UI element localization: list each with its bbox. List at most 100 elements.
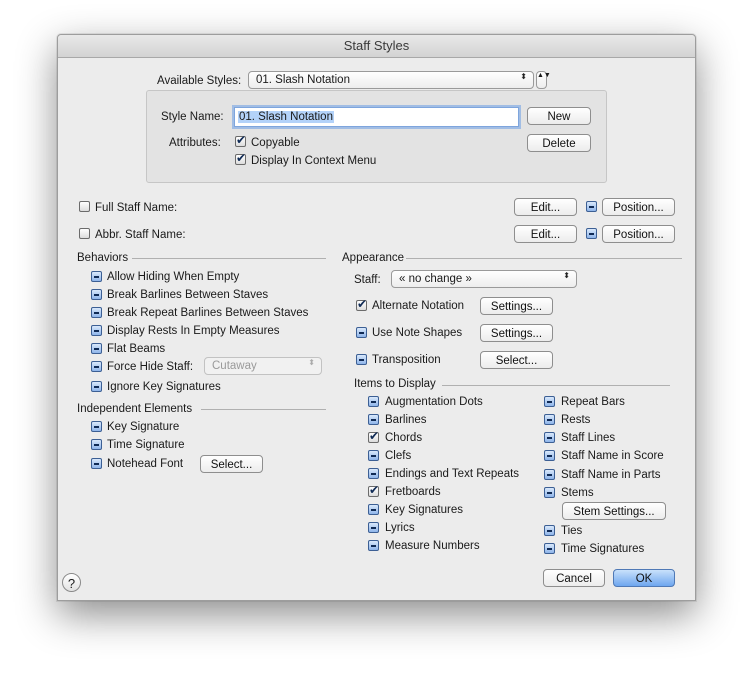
break-repeat-barlines-checkbox[interactable] bbox=[91, 307, 102, 318]
lyrics-checkbox[interactable] bbox=[368, 522, 379, 533]
transposition-checkbox[interactable] bbox=[356, 354, 367, 365]
force-hide-staff-popup[interactable]: Cutaway ⬍ bbox=[204, 357, 322, 375]
new-button[interactable]: New bbox=[527, 107, 591, 125]
popup-arrows-icon: ⬍ bbox=[308, 358, 315, 367]
staff-styles-dialog: Staff Styles Available Styles: 01. Slash… bbox=[57, 34, 696, 601]
behaviors-divider bbox=[132, 258, 326, 259]
force-hide-staff-label: Force Hide Staff: bbox=[107, 361, 194, 373]
style-name-value: 01. Slash Notation bbox=[238, 111, 334, 123]
augmentation-dots-checkbox[interactable] bbox=[368, 396, 379, 407]
display-rests-label: Display Rests In Empty Measures bbox=[107, 325, 280, 337]
time-signature-checkbox[interactable] bbox=[91, 439, 102, 450]
copyable-checkbox[interactable] bbox=[235, 133, 246, 147]
popup-arrows-icon: ⬍ bbox=[520, 72, 527, 81]
time-signatures-checkbox[interactable] bbox=[544, 543, 555, 554]
dialog-title: Staff Styles bbox=[58, 35, 695, 58]
available-styles-label: Available Styles: bbox=[157, 75, 242, 87]
items-divider bbox=[442, 385, 670, 386]
force-hide-staff-value: Cutaway bbox=[212, 360, 257, 372]
force-hide-staff-checkbox[interactable] bbox=[91, 361, 102, 372]
popup-arrows-icon: ⬍ bbox=[563, 271, 570, 280]
key-signatures-label: Key Signatures bbox=[385, 504, 463, 516]
clefs-checkbox[interactable] bbox=[368, 450, 379, 461]
use-note-shapes-label: Use Note Shapes bbox=[372, 327, 463, 339]
ties-checkbox[interactable] bbox=[544, 525, 555, 536]
behaviors-title: Behaviors bbox=[77, 252, 129, 264]
note-shapes-settings-button[interactable]: Settings... bbox=[480, 324, 553, 342]
repeat-bars-label: Repeat Bars bbox=[561, 396, 625, 408]
endings-checkbox[interactable] bbox=[368, 468, 379, 479]
allow-hiding-checkbox[interactable] bbox=[91, 271, 102, 282]
flat-beams-checkbox[interactable] bbox=[91, 343, 102, 354]
key-signatures-checkbox[interactable] bbox=[368, 504, 379, 515]
stem-settings-button[interactable]: Stem Settings... bbox=[562, 502, 666, 520]
clefs-label: Clefs bbox=[385, 450, 412, 462]
independent-divider bbox=[201, 409, 326, 410]
chords-label: Chords bbox=[385, 432, 423, 444]
ignore-key-signatures-label: Ignore Key Signatures bbox=[107, 381, 221, 393]
barlines-label: Barlines bbox=[385, 414, 427, 426]
alternate-notation-settings-button[interactable]: Settings... bbox=[480, 297, 553, 315]
display-rests-checkbox[interactable] bbox=[91, 325, 102, 336]
alternate-notation-checkbox[interactable] bbox=[356, 297, 367, 311]
fretboards-checkbox[interactable] bbox=[368, 483, 379, 497]
abbr-name-position-button[interactable]: Position... bbox=[602, 225, 675, 243]
abbr-name-edit-button[interactable]: Edit... bbox=[514, 225, 577, 243]
repeat-bars-checkbox[interactable] bbox=[544, 396, 555, 407]
transposition-label: Transposition bbox=[372, 354, 441, 366]
staff-name-parts-checkbox[interactable] bbox=[544, 469, 555, 480]
display-context-checkbox[interactable] bbox=[235, 151, 246, 165]
key-signature-checkbox[interactable] bbox=[91, 421, 102, 432]
full-name-position-checkbox[interactable] bbox=[586, 201, 597, 212]
stems-label: Stems bbox=[561, 487, 594, 499]
break-repeat-barlines-label: Break Repeat Barlines Between Staves bbox=[107, 307, 309, 319]
style-name-label: Style Name: bbox=[161, 111, 224, 123]
measure-numbers-checkbox[interactable] bbox=[368, 540, 379, 551]
style-name-field[interactable]: 01. Slash Notation bbox=[234, 107, 519, 127]
use-note-shapes-checkbox[interactable] bbox=[356, 327, 367, 338]
available-styles-popup[interactable]: 01. Slash Notation ⬍ bbox=[248, 71, 534, 89]
key-signature-label: Key Signature bbox=[107, 421, 180, 433]
lyrics-label: Lyrics bbox=[385, 522, 415, 534]
abbr-name-position-checkbox[interactable] bbox=[586, 228, 597, 239]
staff-lines-label: Staff Lines bbox=[561, 432, 616, 444]
break-barlines-checkbox[interactable] bbox=[91, 289, 102, 300]
rests-checkbox[interactable] bbox=[544, 414, 555, 425]
staff-appearance-popup[interactable]: « no change » ⬍ bbox=[391, 270, 577, 288]
abbr-staff-name-label: Abbr. Staff Name: bbox=[95, 229, 186, 241]
time-signature-label: Time Signature bbox=[107, 439, 185, 451]
chords-checkbox[interactable] bbox=[368, 429, 379, 443]
abbr-staff-name-checkbox[interactable] bbox=[79, 228, 90, 239]
items-to-display-title: Items to Display bbox=[354, 378, 436, 390]
transposition-select-button[interactable]: Select... bbox=[480, 351, 553, 369]
delete-button[interactable]: Delete bbox=[527, 134, 591, 152]
staff-lines-checkbox[interactable] bbox=[544, 432, 555, 443]
appearance-divider bbox=[406, 258, 682, 259]
cancel-button[interactable]: Cancel bbox=[543, 569, 605, 587]
appearance-title: Appearance bbox=[342, 252, 405, 264]
staff-name-score-checkbox[interactable] bbox=[544, 450, 555, 461]
full-name-position-button[interactable]: Position... bbox=[602, 198, 675, 216]
help-button[interactable]: ? bbox=[62, 573, 81, 592]
ok-button[interactable]: OK bbox=[613, 569, 675, 587]
styles-stepper[interactable]: ▲▼ bbox=[536, 71, 551, 89]
flat-beams-label: Flat Beams bbox=[107, 343, 166, 355]
display-context-label: Display In Context Menu bbox=[251, 155, 377, 167]
stems-checkbox[interactable] bbox=[544, 487, 555, 498]
copyable-label: Copyable bbox=[251, 137, 300, 149]
staff-name-parts-label: Staff Name in Parts bbox=[561, 469, 661, 481]
notehead-select-button[interactable]: Select... bbox=[200, 455, 263, 473]
available-styles-value: 01. Slash Notation bbox=[256, 74, 350, 86]
alternate-notation-label: Alternate Notation bbox=[372, 300, 465, 312]
allow-hiding-label: Allow Hiding When Empty bbox=[107, 271, 240, 283]
full-staff-name-checkbox[interactable] bbox=[79, 201, 90, 212]
full-staff-name-label: Full Staff Name: bbox=[95, 202, 178, 214]
barlines-checkbox[interactable] bbox=[368, 414, 379, 425]
attributes-label: Attributes: bbox=[169, 137, 221, 149]
full-name-edit-button[interactable]: Edit... bbox=[514, 198, 577, 216]
notehead-font-checkbox[interactable] bbox=[91, 458, 102, 469]
staff-name-score-label: Staff Name in Score bbox=[561, 450, 664, 462]
break-barlines-label: Break Barlines Between Staves bbox=[107, 289, 269, 301]
ignore-key-signatures-checkbox[interactable] bbox=[91, 381, 102, 392]
rests-label: Rests bbox=[561, 414, 591, 426]
